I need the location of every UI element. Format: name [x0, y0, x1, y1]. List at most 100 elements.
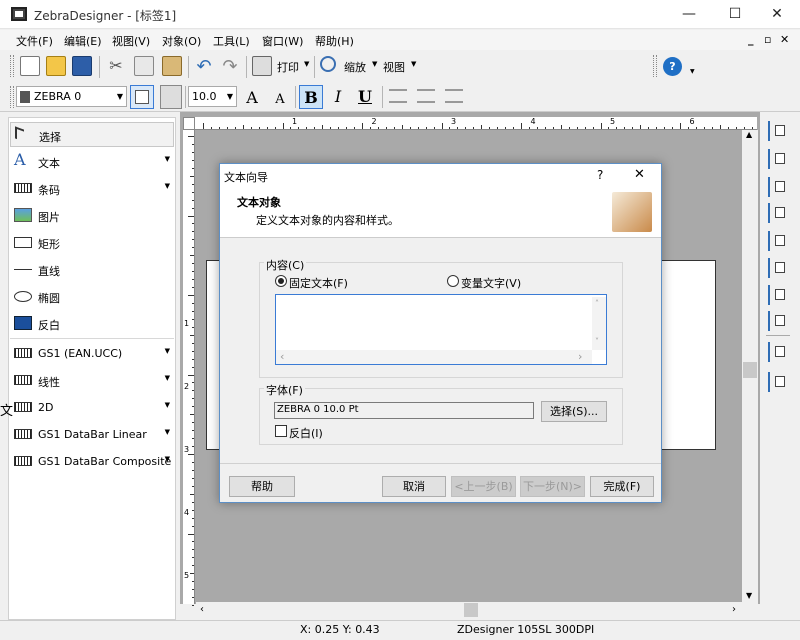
- sidebar-item-8[interactable]: GS1 (EAN.UCC) ▼: [10, 341, 174, 366]
- menu-window[interactable]: 窗口(W): [262, 33, 303, 49]
- scroll-right-icon[interactable]: ›: [732, 604, 736, 615]
- bold-button[interactable]: B: [299, 85, 323, 109]
- scroll-right-icon[interactable]: ›: [578, 350, 582, 363]
- sidebar-item-0[interactable]: 选择: [10, 122, 174, 147]
- space-horizontal-icon[interactable]: [768, 285, 788, 305]
- chevron-down-icon[interactable]: ▼: [165, 155, 170, 163]
- select-font-button[interactable]: 选择(S)...: [541, 401, 607, 422]
- menu-object[interactable]: 对象(O): [162, 33, 201, 49]
- horizontal-scroll-thumb[interactable]: [464, 603, 478, 617]
- chevron-down-icon[interactable]: ▼: [165, 374, 170, 382]
- chevron-down-icon[interactable]: ▼: [117, 92, 123, 101]
- space-vertical-icon[interactable]: [768, 311, 788, 331]
- chevron-down-icon[interactable]: ▼: [165, 455, 170, 463]
- sidebar-item-3[interactable]: 图片: [10, 203, 174, 228]
- help-button[interactable]: 帮助: [229, 476, 295, 497]
- sidebar-item-4[interactable]: 矩形: [10, 230, 174, 255]
- chevron-down-icon[interactable]: ▼: [165, 401, 170, 409]
- sidebar-item-1[interactable]: A 文本 ▼: [10, 149, 174, 174]
- scroll-left-icon[interactable]: ‹: [280, 350, 284, 363]
- sidebar-item-5[interactable]: 直线: [10, 257, 174, 282]
- sidebar-item-2[interactable]: 条码 ▼: [10, 176, 174, 201]
- chevron-down-icon[interactable]: ▼: [372, 60, 377, 68]
- paste-icon[interactable]: [162, 56, 182, 76]
- undo-icon[interactable]: ↶: [194, 56, 214, 77]
- variable-text-radio[interactable]: [447, 275, 459, 287]
- shrink-font-button[interactable]: A: [268, 88, 292, 112]
- chevron-down-icon[interactable]: ▼: [165, 347, 170, 355]
- inverse-checkbox[interactable]: [275, 425, 287, 437]
- grow-font-button[interactable]: A: [240, 86, 264, 110]
- underline-button[interactable]: U: [353, 85, 377, 109]
- italic-button[interactable]: I: [326, 85, 350, 109]
- vertical-scrollbar[interactable]: ▲ ▼: [742, 130, 758, 604]
- align-horizontal-center-icon[interactable]: [768, 149, 788, 169]
- next-button[interactable]: 下一步(N)>: [520, 476, 585, 497]
- cut-icon[interactable]: ✂: [106, 56, 126, 76]
- print-label[interactable]: 打印: [277, 59, 299, 75]
- mdi-close-button[interactable]: ✕: [780, 33, 789, 46]
- chevron-down-icon[interactable]: ▼: [411, 60, 416, 68]
- font-size-select[interactable]: 10.0 ▼: [188, 86, 237, 107]
- open-folder-icon[interactable]: [46, 56, 66, 76]
- zoom-label[interactable]: 缩放: [344, 59, 366, 75]
- textarea-hscroll[interactable]: ‹ ›: [276, 350, 592, 364]
- sidebar-item-6[interactable]: 椭圆: [10, 284, 174, 309]
- align-right-edges-icon[interactable]: [768, 177, 788, 197]
- chevron-down-icon[interactable]: ▼: [304, 60, 309, 68]
- close-window-button[interactable]: ✕: [754, 0, 800, 29]
- mdi-restore-button[interactable]: ▫: [764, 33, 771, 46]
- content-textarea[interactable]: ˄ ˅ ‹ ›: [275, 294, 607, 365]
- rotate-icon[interactable]: [768, 342, 788, 362]
- variable-text-label[interactable]: 变量文字(V): [461, 275, 521, 291]
- redo-icon[interactable]: ↷: [220, 56, 240, 77]
- chevron-down-icon[interactable]: ▼: [165, 428, 170, 436]
- menu-tools[interactable]: 工具(L): [213, 33, 250, 49]
- cancel-button[interactable]: 取消: [382, 476, 446, 497]
- new-document-icon[interactable]: [20, 56, 40, 76]
- align-center-icon[interactable]: [417, 89, 435, 103]
- toolbar-grip[interactable]: [653, 55, 657, 77]
- toolbar-grip[interactable]: [10, 55, 14, 77]
- align-bottom-edges-icon[interactable]: [768, 258, 788, 278]
- copy-icon[interactable]: [134, 56, 154, 76]
- printer-icon[interactable]: [252, 56, 272, 76]
- scroll-up-icon[interactable]: ˄: [595, 299, 599, 308]
- toolbar-grip[interactable]: [10, 86, 14, 108]
- chevron-down-icon[interactable]: ▼: [227, 92, 233, 101]
- maximize-button[interactable]: ☐: [712, 0, 758, 29]
- menu-help[interactable]: 帮助(H): [315, 33, 354, 49]
- inverse-checkbox-label[interactable]: 反白(I): [289, 425, 323, 441]
- chevron-down-icon[interactable]: ▼: [165, 182, 170, 190]
- scroll-left-icon[interactable]: ‹: [200, 604, 204, 615]
- printer-font-button[interactable]: [160, 85, 182, 109]
- dialog-close-button[interactable]: ✕: [634, 167, 645, 182]
- scroll-up-icon[interactable]: ▲: [746, 130, 752, 139]
- textarea-vscroll[interactable]: ˄ ˅: [592, 297, 606, 350]
- finish-button[interactable]: 完成(F): [590, 476, 654, 497]
- menu-edit[interactable]: 编辑(E): [64, 33, 102, 49]
- minimize-button[interactable]: —: [666, 0, 712, 29]
- truetype-font-button[interactable]: [130, 85, 154, 109]
- scroll-down-icon[interactable]: ▼: [746, 591, 752, 600]
- view-label[interactable]: 视图: [383, 59, 405, 75]
- align-left-edges-icon[interactable]: [768, 121, 788, 141]
- menu-view[interactable]: 视图(V): [112, 33, 150, 49]
- align-top-edges-icon[interactable]: [768, 203, 788, 223]
- fixed-text-radio[interactable]: [275, 275, 287, 287]
- horizontal-scrollbar[interactable]: ‹ ›: [196, 602, 744, 619]
- sidebar-item-9[interactable]: 线性 ▼: [10, 368, 174, 393]
- properties-icon[interactable]: [768, 372, 788, 392]
- previous-button[interactable]: <上一步(B): [451, 476, 516, 497]
- mdi-minimize-button[interactable]: _: [748, 33, 754, 46]
- save-icon[interactable]: [72, 56, 92, 76]
- sidebar-item-11[interactable]: GS1 DataBar Linear ▼: [10, 422, 174, 447]
- dialog-help-button[interactable]: ?: [597, 168, 603, 182]
- menu-file[interactable]: 文件(F): [16, 33, 53, 49]
- vertical-scroll-thumb[interactable]: [743, 362, 757, 378]
- help-icon[interactable]: ?: [663, 57, 682, 76]
- sidebar-item-12[interactable]: GS1 DataBar Composite ▼: [10, 449, 174, 474]
- zoom-icon[interactable]: [320, 56, 336, 72]
- align-vertical-center-icon[interactable]: [768, 231, 788, 251]
- scroll-down-icon[interactable]: ˅: [595, 337, 599, 346]
